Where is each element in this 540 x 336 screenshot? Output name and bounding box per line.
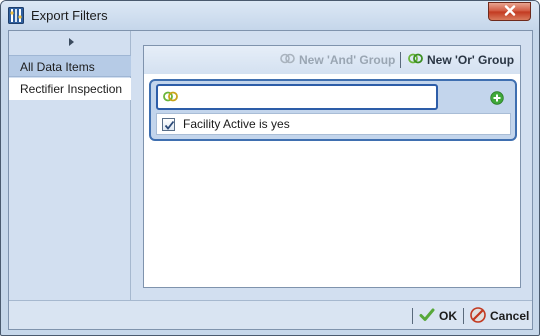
- new-or-group-button[interactable]: New 'Or' Group: [408, 52, 514, 68]
- or-filter-group[interactable]: Facility Active is yes: [149, 79, 517, 141]
- condition-text: Facility Active is yes: [183, 117, 290, 131]
- footer-divider: [412, 308, 413, 324]
- dialog-content: All Data Items Rectifier Inspection New …: [8, 30, 533, 330]
- cancel-button[interactable]: Cancel: [470, 306, 530, 326]
- ok-button[interactable]: OK: [419, 307, 457, 325]
- title-bar[interactable]: Export Filters: [1, 1, 539, 30]
- chevron-right-icon[interactable]: [65, 36, 77, 48]
- add-condition-icon[interactable]: [490, 91, 504, 105]
- new-or-group-label: New 'Or' Group: [427, 53, 515, 67]
- filter-panel: New 'And' Group New 'Or' Group Facility …: [131, 31, 532, 300]
- data-item-sidebar: All Data Items Rectifier Inspection: [9, 31, 131, 300]
- sidebar-item-rectifier-inspection[interactable]: Rectifier Inspection: [9, 78, 131, 100]
- dialog-footer: OK Cancel: [9, 300, 532, 329]
- toolbar-divider: [400, 52, 401, 68]
- and-group-icon: [280, 53, 295, 67]
- checkmark-icon: [419, 307, 435, 326]
- filter-condition-row[interactable]: Facility Active is yes: [156, 113, 511, 135]
- cancel-icon: [470, 306, 486, 326]
- sidebar-item-label: All Data Items: [20, 60, 95, 74]
- export-filters-window: Export Filters All Data Items Rectifier …: [0, 0, 540, 336]
- ok-label: OK: [439, 309, 457, 323]
- filter-editor: New 'And' Group New 'Or' Group Facility …: [143, 45, 521, 288]
- or-group-icon: [163, 91, 178, 105]
- app-document-icon: [8, 7, 24, 24]
- condition-checkbox[interactable]: [162, 117, 175, 131]
- new-and-group-button[interactable]: New 'And' Group: [280, 52, 395, 68]
- or-group-icon: [408, 53, 423, 67]
- close-button[interactable]: [488, 2, 531, 21]
- sidebar-item-all-data-items[interactable]: All Data Items: [9, 55, 131, 77]
- new-and-group-label: New 'And' Group: [299, 53, 396, 67]
- footer-divider: [463, 308, 464, 324]
- group-toolbar: New 'And' Group New 'Or' Group: [144, 46, 520, 74]
- cancel-label: Cancel: [490, 309, 530, 323]
- sidebar-item-label: Rectifier Inspection: [20, 82, 123, 96]
- close-icon: [504, 4, 516, 19]
- group-field[interactable]: [156, 84, 438, 110]
- window-title: Export Filters: [31, 8, 108, 23]
